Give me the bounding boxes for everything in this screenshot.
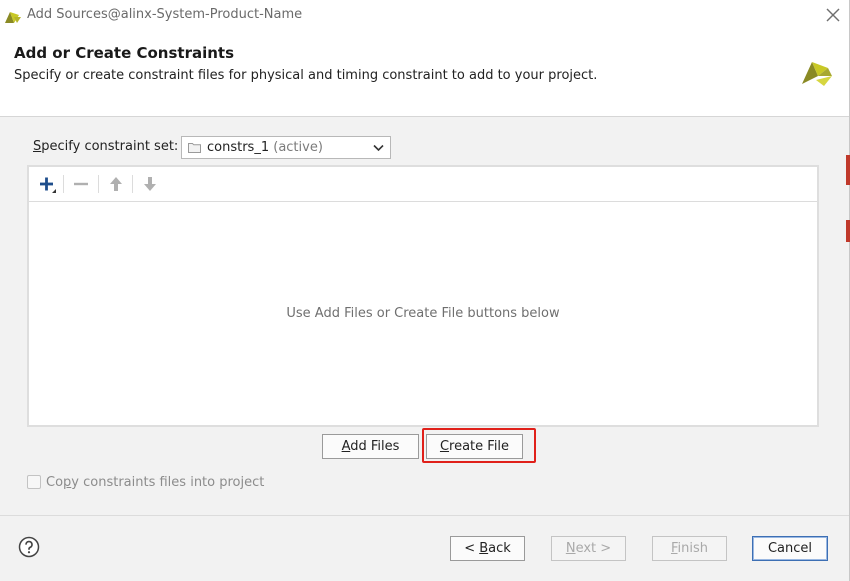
page-subtitle: Specify or create constraint files for p… [14, 68, 598, 83]
create-file-button[interactable]: Create File [426, 434, 523, 459]
close-icon[interactable] [824, 6, 842, 24]
create-file-mnemonic: C [439, 439, 450, 454]
help-icon[interactable] [18, 536, 40, 558]
back-mnemonic: B [479, 541, 489, 556]
constraint-set-value: constrs_1 (active) [207, 140, 323, 155]
toolbar-separator [132, 175, 133, 193]
minus-icon[interactable] [71, 174, 91, 194]
copy-constraints-label: Copy constraints files into project [46, 475, 264, 490]
back-button[interactable]: < Back [450, 536, 525, 561]
constraint-set-status: (active) [273, 140, 323, 155]
background-window-edge [846, 220, 850, 242]
copy-label-rest: y constraints files into project [71, 475, 265, 490]
arrow-up-icon[interactable] [106, 174, 126, 194]
folder-icon [188, 143, 201, 153]
constraint-files-panel: Use Add Files or Create File buttons bel… [27, 165, 819, 427]
add-files-button[interactable]: Add Files [322, 434, 419, 459]
constraint-set-name: constrs_1 [207, 140, 270, 155]
plus-icon[interactable] [37, 174, 57, 194]
page-title: Add or Create Constraints [14, 44, 235, 62]
constraint-set-dropdown[interactable]: constrs_1 (active) [181, 136, 391, 159]
copy-label-pre: Co [46, 475, 64, 490]
add-files-label: dd Files [350, 439, 400, 454]
create-file-label: reate File [449, 439, 510, 454]
back-prefix: < [464, 541, 480, 556]
constraint-set-label: Specify constraint set: [33, 139, 178, 154]
next-button[interactable]: Next > [551, 536, 626, 561]
empty-list-message: Use Add Files or Create File buttons bel… [286, 306, 560, 321]
chevron-down-icon [373, 144, 384, 152]
next-mnemonic: N [565, 541, 576, 556]
back-label: ack [488, 541, 511, 556]
add-sources-dialog: Add Sources@alinx-System-Product-Name Ad… [0, 0, 850, 581]
title-bar: Add Sources@alinx-System-Product-Name [0, 0, 849, 31]
file-toolbar [29, 167, 817, 202]
background-window-edge [846, 155, 850, 185]
add-files-mnemonic: A [341, 439, 351, 454]
toolbar-separator [98, 175, 99, 193]
cancel-button[interactable]: Cancel [752, 536, 828, 561]
copy-constraints-checkbox[interactable] [27, 475, 41, 489]
vivado-brand-icon [802, 62, 832, 86]
next-label: ext > [575, 541, 612, 556]
toolbar-separator [63, 175, 64, 193]
arrow-down-icon[interactable] [140, 174, 160, 194]
finish-button[interactable]: Finish [652, 536, 727, 561]
constraint-set-label-text: pecify constraint set: [41, 139, 179, 154]
window-title: Add Sources@alinx-System-Product-Name [27, 7, 303, 22]
finish-label: inish [677, 541, 709, 556]
vivado-logo-icon [5, 12, 21, 23]
page-header: Add or Create Constraints Specify or cre… [0, 31, 849, 117]
